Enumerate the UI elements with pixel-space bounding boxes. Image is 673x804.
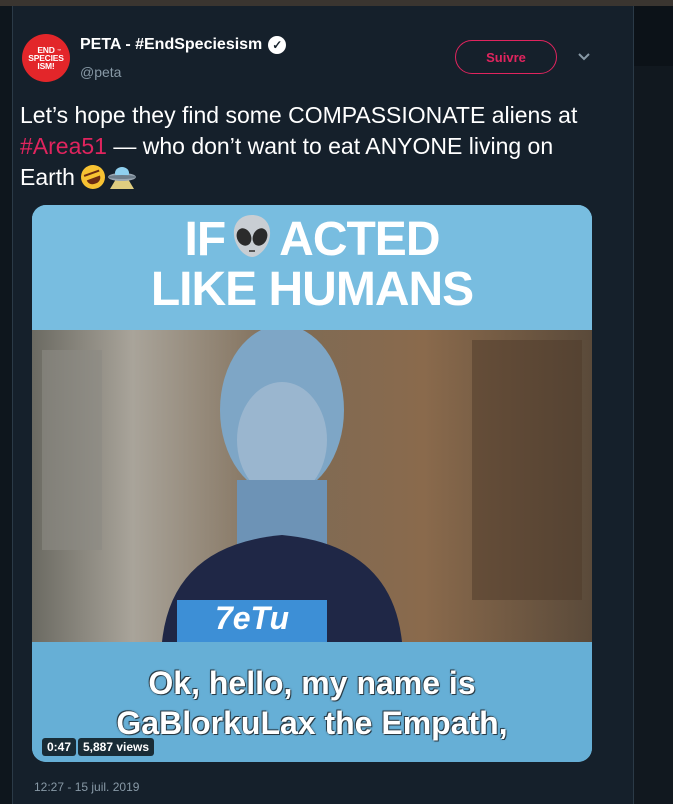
headline-acted: ACTED — [279, 213, 440, 266]
verified-badge-icon: ✓ — [268, 36, 287, 54]
caption-line-1: Ok, hello, my name is — [148, 665, 476, 701]
shirt-logo-text: 7eTu — [214, 600, 290, 636]
headline-line-1: IF ACTED — [32, 213, 592, 265]
right-pane — [633, 6, 673, 804]
tweet-timestamp[interactable]: 12:27 - 15 juil. 2019 — [34, 780, 139, 794]
video-player[interactable]: 7eTu IF ACTED LIKE HUMANS Ok, hello, my … — [32, 205, 592, 762]
video-views-badge: 5,887 views — [78, 738, 155, 756]
alien-character-image — [42, 325, 582, 642]
avatar[interactable]: END SPECIES ISM! ™ — [22, 34, 70, 82]
tweet-text: Let’s hope they find some COMPASSIONATE … — [20, 100, 600, 193]
display-name[interactable]: PETA - #EndSpeciesism ✓ — [80, 36, 287, 54]
caption-line-2: GaBlorkuLax the Empath, — [116, 705, 508, 741]
video-caption: Ok, hello, my name is GaBlorkuLax the Em… — [32, 663, 592, 743]
display-name-text: PETA - #EndSpeciesism — [80, 36, 263, 53]
rolling-laughing-emoji-icon — [77, 161, 109, 193]
tweet-text-part1: Let’s hope they find some COMPASSIONATE … — [20, 102, 578, 128]
follow-button[interactable]: Suivre — [455, 40, 557, 74]
avatar-trademark: ™ — [57, 48, 61, 53]
avatar-text-line-3: ISM! — [37, 61, 55, 71]
headline-if: IF — [184, 213, 227, 266]
right-pane-panel — [633, 66, 673, 804]
headline-line-2: LIKE HUMANS — [150, 263, 474, 316]
chevron-down-icon[interactable] — [577, 50, 591, 64]
video-duration-badge: 0:47 — [42, 738, 77, 756]
video-headline: IF ACTED LIKE HUMANS — [32, 213, 592, 315]
flying-saucer-icon — [108, 167, 137, 189]
hashtag-link[interactable]: #Area51 — [20, 133, 107, 159]
user-handle[interactable]: @peta — [80, 64, 121, 80]
alien-emoji-icon — [234, 215, 271, 257]
video-scene: 7eTu — [32, 325, 592, 642]
